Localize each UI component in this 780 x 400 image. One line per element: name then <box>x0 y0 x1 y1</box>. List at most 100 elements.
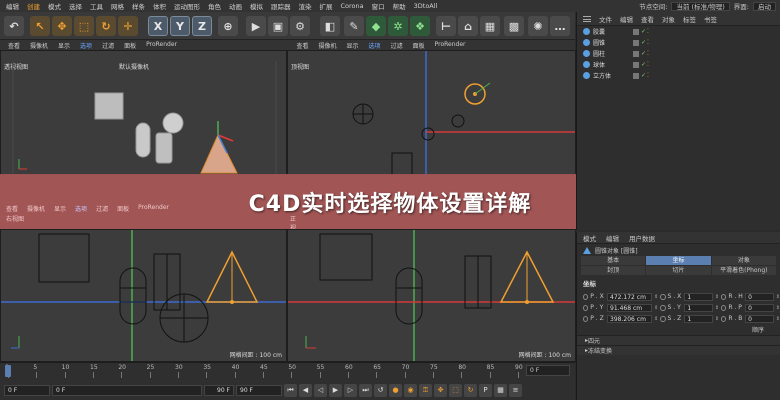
min-frame-field[interactable]: 0 F <box>52 384 202 396</box>
s-value-field[interactable]: 1 <box>684 314 713 323</box>
playhead-handle[interactable] <box>5 365 11 377</box>
prop-tab-2[interactable]: 对象 <box>711 256 776 265</box>
go-to-start-icon[interactable]: ⏮ <box>284 383 297 397</box>
animate-radio-icon[interactable] <box>583 315 589 322</box>
object-row[interactable]: 立方体 ✓ ⁚ <box>577 70 780 81</box>
animate-radio-icon[interactable] <box>721 315 727 322</box>
layer-checkbox-icon[interactable] <box>633 61 639 68</box>
bend-icon[interactable]: ⊢ <box>436 16 456 36</box>
move-icon[interactable]: ✥ <box>52 16 72 36</box>
menu-item-17[interactable]: 帮助 <box>389 1 410 11</box>
deformer-icon[interactable]: ❖ <box>410 16 430 36</box>
visibility-dots-icon[interactable]: ⁚ <box>647 28 649 35</box>
enabled-check-icon[interactable]: ✓ <box>641 50 646 57</box>
prop-tab-1[interactable]: 坐标 <box>646 256 711 265</box>
animate-radio-icon[interactable] <box>583 304 589 311</box>
layer-checkbox-icon[interactable] <box>633 28 639 35</box>
lower-viewport-menu-item-6[interactable]: ProRender <box>138 204 169 213</box>
right-viewport[interactable]: 网格间距 : 100 cm <box>0 229 287 362</box>
menu-item-1[interactable]: 创建 <box>23 1 44 11</box>
cube-icon[interactable]: ◧ <box>320 16 340 36</box>
coordinate-system-icon[interactable]: ⊕ <box>218 16 238 36</box>
prop-tab-4[interactable]: 切片 <box>646 266 711 275</box>
object-manager-tab-4[interactable]: 标签 <box>683 14 696 24</box>
visibility-dots-icon[interactable]: ⁚ <box>647 72 649 79</box>
r-value-field[interactable]: 0 <box>745 292 774 301</box>
menu-item-2[interactable]: 模式 <box>44 1 65 11</box>
viewport-menu-item-0-0[interactable]: 查看 <box>8 41 20 50</box>
undo-icon[interactable]: ↶ <box>4 16 24 36</box>
menu-item-9[interactable]: 角色 <box>204 1 225 11</box>
live-select-icon[interactable]: ↖ <box>30 16 50 36</box>
visibility-dots-icon[interactable]: ⁚ <box>647 61 649 68</box>
play-backward-icon[interactable]: ◁ <box>314 383 327 397</box>
render-settings-icon[interactable]: ⚙ <box>290 16 310 36</box>
animate-radio-icon[interactable] <box>660 293 666 300</box>
viewport-menu-item-0-1[interactable]: 摄像机 <box>30 41 48 50</box>
stepper-arrows-icon[interactable]: ⇕ <box>776 316 780 322</box>
lower-viewport-menu-item-1[interactable]: 摄像机 <box>27 204 45 213</box>
fold-section[interactable]: ▸ 冻结变换 <box>577 345 780 355</box>
prop-tab-5[interactable]: 平滑着色(Phong) <box>711 266 776 275</box>
prop-tab-3[interactable]: 封顶 <box>581 266 646 275</box>
object-row[interactable]: 圆柱 ✓ ⁚ <box>577 48 780 59</box>
viewport-menu-item-0-2[interactable]: 显示 <box>58 41 70 50</box>
more-icon[interactable]: … <box>550 16 570 36</box>
menu-item-12[interactable]: 跟踪器 <box>267 1 295 11</box>
environment-icon[interactable]: ⌂ <box>458 16 478 36</box>
viewport-menu-item-0-3[interactable]: 选项 <box>80 41 92 50</box>
animate-radio-icon[interactable] <box>721 304 727 311</box>
enabled-check-icon[interactable]: ✓ <box>641 72 646 79</box>
stepper-arrows-icon[interactable]: ⇕ <box>715 305 719 311</box>
menu-item-3[interactable]: 选择 <box>65 1 86 11</box>
next-key-icon[interactable]: ▷ <box>344 383 357 397</box>
menu-item-15[interactable]: Corona <box>337 2 368 10</box>
previous-key-icon[interactable]: ◀ <box>299 383 312 397</box>
attribute-manager-tab-1[interactable]: 编辑 <box>606 233 619 243</box>
object-row[interactable]: 圆锥 ✓ ⁚ <box>577 37 780 48</box>
loop-icon[interactable]: ↺ <box>374 383 387 397</box>
object-row[interactable]: 球体 ✓ ⁚ <box>577 59 780 70</box>
axis-y-button[interactable]: Y <box>170 16 190 36</box>
enabled-check-icon[interactable]: ✓ <box>641 39 646 46</box>
viewport-menu-item-0-6[interactable]: ProRender <box>146 41 177 50</box>
animate-radio-icon[interactable] <box>583 293 589 300</box>
keyframe-selection-icon[interactable]: ⚿ <box>419 383 432 397</box>
menu-item-6[interactable]: 样条 <box>128 1 149 11</box>
menu-item-18[interactable]: 3DtoAll <box>410 2 442 10</box>
layer-checkbox-icon[interactable] <box>633 72 639 79</box>
stepper-arrows-icon[interactable]: ⇕ <box>654 305 658 311</box>
viewport-menu-item-1-5[interactable]: 面板 <box>413 41 425 50</box>
current-frame-field[interactable]: 0 F <box>526 365 570 376</box>
object-manager-tab-5[interactable]: 书签 <box>704 14 717 24</box>
subdivision-icon[interactable]: ◆ <box>366 16 386 36</box>
stepper-arrows-icon[interactable]: ⇕ <box>715 294 719 300</box>
animate-radio-icon[interactable] <box>660 304 666 311</box>
go-to-end-icon[interactable]: ⏭ <box>359 383 372 397</box>
menu-item-11[interactable]: 模拟 <box>246 1 267 11</box>
cloner-icon[interactable]: ✲ <box>388 16 408 36</box>
prop-tab-0[interactable]: 基本 <box>581 256 646 265</box>
menu-item-14[interactable]: 扩展 <box>316 1 337 11</box>
viewport-menu-item-1-1[interactable]: 摄像机 <box>319 41 337 50</box>
perspective-viewport[interactable]: 透视视图 默认摄像机 <box>0 50 287 175</box>
fold-section[interactable]: ▸ 四元 <box>577 335 780 345</box>
pen-icon[interactable]: ✎ <box>344 16 364 36</box>
timeline-menu-icon[interactable]: ≡ <box>509 383 522 397</box>
p-value-field[interactable]: 91.468 cm <box>607 303 653 312</box>
visibility-dots-icon[interactable]: ⁚ <box>647 39 649 46</box>
r-value-field[interactable]: 0 <box>745 303 774 312</box>
menu-item-10[interactable]: 动画 <box>225 1 246 11</box>
object-manager-tab-2[interactable]: 查看 <box>641 14 654 24</box>
object-manager-tab-0[interactable]: 文件 <box>599 14 612 24</box>
animate-radio-icon[interactable] <box>660 315 666 322</box>
position-key-icon[interactable]: ✥ <box>434 383 447 397</box>
rotate-icon[interactable]: ↻ <box>96 16 116 36</box>
stepper-arrows-icon[interactable]: ⇕ <box>776 305 780 311</box>
stepper-arrows-icon[interactable]: ⇕ <box>776 294 780 300</box>
start-frame-field[interactable]: 0 F <box>4 384 50 396</box>
menu-item-4[interactable]: 工具 <box>86 1 107 11</box>
timeline-ruler[interactable]: 0510152025303540455055606570758085900 F <box>0 363 575 379</box>
lower-viewport-menu-item-5[interactable]: 面板 <box>117 204 129 213</box>
hamburger-icon[interactable] <box>583 15 591 22</box>
